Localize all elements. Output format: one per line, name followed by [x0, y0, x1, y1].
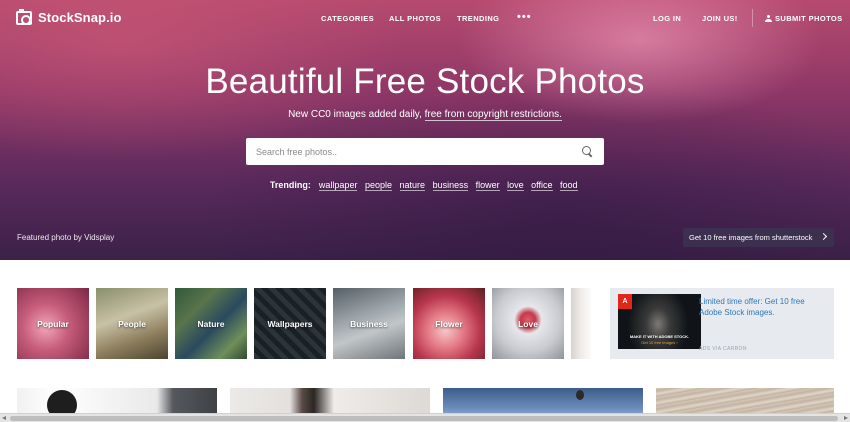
category-nature[interactable]: Nature: [175, 288, 247, 359]
hero-title: Beautiful Free Stock Photos: [205, 62, 645, 101]
top-navbar: StockSnap.io CATEGORIES ALL PHOTOS TREND…: [0, 0, 850, 36]
hero-banner: StockSnap.io CATEGORIES ALL PHOTOS TREND…: [0, 0, 850, 260]
trending-term[interactable]: nature: [399, 180, 426, 191]
category-flower[interactable]: Flower: [413, 288, 485, 359]
chevron-right-icon: [819, 232, 828, 241]
hero-subtitle-text: New CC0 images added daily,: [288, 109, 425, 120]
category-label: Flower: [435, 318, 463, 329]
category-label: Wallpapers: [267, 318, 313, 329]
category-popular[interactable]: Popular: [17, 288, 89, 359]
nav-divider: [752, 9, 753, 27]
category-label: Love: [518, 318, 538, 329]
submit-photos-button[interactable]: SUBMIT PHOTOS: [765, 14, 843, 23]
ad-image-line2: Get 10 free images ›: [641, 340, 678, 345]
carousel-fade: [571, 288, 596, 359]
nav-categories[interactable]: CATEGORIES: [321, 14, 374, 23]
search-icon[interactable]: [582, 146, 592, 156]
featured-prefix: Featured photo by: [17, 233, 85, 242]
category-wallpapers[interactable]: Wallpapers: [254, 288, 326, 359]
category-label: Popular: [37, 318, 69, 329]
carbon-ad[interactable]: A MAKE IT WITH ADOBE STOCK. Get 10 free …: [610, 288, 834, 359]
horizontal-scrollbar[interactable]: [0, 413, 850, 422]
category-business[interactable]: Business: [333, 288, 405, 359]
shutterstock-label: Get 10 free images from shutterstock: [689, 233, 813, 242]
featured-photo-credit: Featured photo by Vidsplay: [17, 233, 114, 242]
user-icon: [765, 15, 772, 22]
ad-image-line1: MAKE IT WITH ADOBE STOCK.: [629, 334, 690, 339]
trending-term[interactable]: love: [507, 180, 524, 191]
copyright-link[interactable]: free from copyright restrictions.: [424, 109, 562, 121]
trending-label: Trending:: [269, 180, 311, 190]
trending-term[interactable]: office: [531, 180, 553, 191]
ad-text-link[interactable]: Limited time offer: Get 10 free Adobe St…: [699, 296, 829, 318]
trending-term[interactable]: flower: [475, 180, 500, 191]
submit-photos-label: SUBMIT PHOTOS: [775, 14, 843, 23]
scroll-left-arrow-icon[interactable]: [2, 416, 6, 420]
category-people[interactable]: People: [96, 288, 168, 359]
nav-join[interactable]: JOIN US!: [702, 14, 738, 23]
scroll-right-arrow-icon[interactable]: [844, 416, 848, 420]
shutterstock-button[interactable]: Get 10 free images from shutterstock: [683, 228, 834, 247]
trending-term[interactable]: wallpaper: [318, 180, 358, 191]
adobe-logo: A: [618, 294, 632, 309]
ad-image[interactable]: A MAKE IT WITH ADOBE STOCK. Get 10 free …: [618, 294, 701, 349]
nav-all-photos[interactable]: ALL PHOTOS: [389, 14, 441, 23]
nav-trending[interactable]: TRENDING: [457, 14, 499, 23]
hero-subtitle: New CC0 images added daily, free from co…: [0, 109, 850, 121]
trending-term[interactable]: food: [560, 180, 578, 191]
trending-term[interactable]: business: [432, 180, 469, 191]
more-menu-icon[interactable]: •••: [517, 11, 532, 23]
category-love[interactable]: Love: [492, 288, 564, 359]
ad-attribution[interactable]: ADS VIA CARBON: [699, 346, 747, 352]
scrollbar-thumb[interactable]: [10, 416, 838, 421]
category-label: Nature: [197, 318, 225, 329]
search-box: [246, 138, 604, 165]
site-name: StockSnap.io: [38, 10, 122, 25]
category-label: Business: [350, 318, 388, 329]
trending-term[interactable]: people: [364, 180, 392, 191]
site-logo[interactable]: StockSnap.io: [16, 8, 122, 25]
search-input[interactable]: [256, 138, 576, 165]
trending-list: Trending: wallpaper people nature busine…: [0, 180, 850, 191]
featured-author-link[interactable]: Vidsplay: [84, 233, 114, 242]
camera-icon: [16, 8, 32, 25]
nav-login[interactable]: LOG IN: [653, 14, 681, 23]
category-label: People: [118, 318, 146, 329]
